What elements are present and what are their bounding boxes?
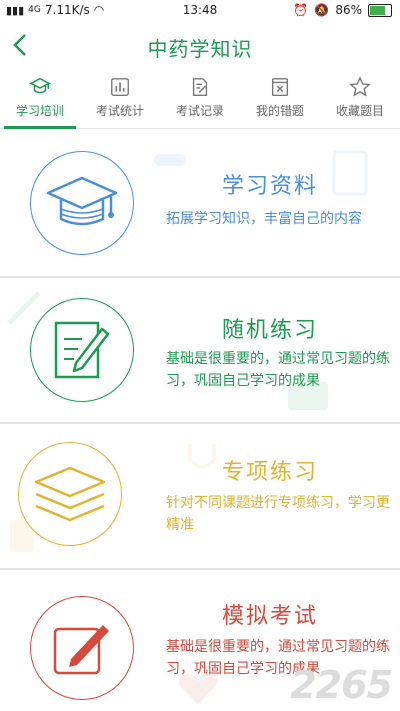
card-description: 基础是很重要的，通过常见习题的练习，巩固自己学习的成果 <box>166 351 390 389</box>
card-topic-practice[interactable]: 专项练习 针对不同课题进行专项练习，学习更精准 <box>0 424 400 568</box>
graduation-cap-icon <box>46 176 118 226</box>
card-random-practice[interactable]: 随机练习 基础是很重要的，通过常见习题的练习，巩固自己学习的成果 <box>0 278 400 422</box>
notebook-pen-icon <box>54 321 110 379</box>
card-icon-circle <box>30 151 134 255</box>
tab-label: 考试记录 <box>175 104 224 118</box>
tab-wrong-questions[interactable]: 我的错题 <box>240 70 320 128</box>
layers-icon <box>34 466 106 522</box>
status-bar: ▮▮▮ 4G 7.11K/s ◠ 13:48 ⏰ 🔕 86% <box>0 0 400 22</box>
tab-exam-records[interactable]: 考试记录 <box>160 70 240 128</box>
tab-favorites[interactable]: 收藏题目 <box>320 70 400 128</box>
battery-fill <box>370 5 385 15</box>
pencil-box-icon <box>53 625 109 675</box>
tab-label: 收藏题目 <box>335 104 384 118</box>
tab-label: 学习培训 <box>15 104 64 118</box>
chart-clipboard-icon <box>332 150 368 196</box>
page-title: 中药学知识 <box>147 37 253 61</box>
watermark: 2265 <box>290 663 393 707</box>
graduation-cap-icon <box>29 77 51 94</box>
battery-icon <box>368 3 392 17</box>
card-icon-circle <box>30 298 134 402</box>
card-description: 针对不同课题进行专项练习，学习更精准 <box>166 495 390 533</box>
edit-doc-icon <box>192 78 208 96</box>
card-title: 专项练习 <box>222 460 319 485</box>
card-title: 学习资料 <box>222 174 319 199</box>
tab-exam-stats[interactable]: 考试统计 <box>80 70 160 128</box>
card-icon-circle <box>30 596 134 700</box>
card-study-materials[interactable]: 学习资料 拓展学习知识，丰富自己的内容 <box>0 130 400 276</box>
status-right: ⏰ 🔕 86% <box>293 3 392 17</box>
card-icon-circle <box>18 442 122 546</box>
tab-label: 我的错题 <box>255 104 304 118</box>
star-icon <box>349 76 371 97</box>
card-title: 随机练习 <box>222 318 319 343</box>
x-box-icon <box>271 78 289 96</box>
bar-chart-icon <box>111 78 129 96</box>
header: 中药学知识 <box>0 22 400 68</box>
card-title: 模拟考试 <box>222 604 319 629</box>
tab-bar: 学习培训 考试统计 考试记录 我的错题 收藏题目 <box>0 70 400 129</box>
pill-icon <box>154 154 186 166</box>
tab-study-training[interactable]: 学习培训 <box>0 70 80 129</box>
battery-percent: 86% <box>335 3 362 17</box>
card-mock-exam[interactable]: 模拟考试 基础是很重要的，通过常见习题的练习，巩固自己学习的成果 2265 <box>0 570 400 711</box>
tab-label: 考试统计 <box>95 104 144 118</box>
alarm-icon: ⏰ <box>293 3 309 17</box>
stethoscope-icon <box>188 444 216 469</box>
card-description: 拓展学习知识，丰富自己的内容 <box>166 211 362 227</box>
mute-icon: 🔕 <box>314 3 330 17</box>
